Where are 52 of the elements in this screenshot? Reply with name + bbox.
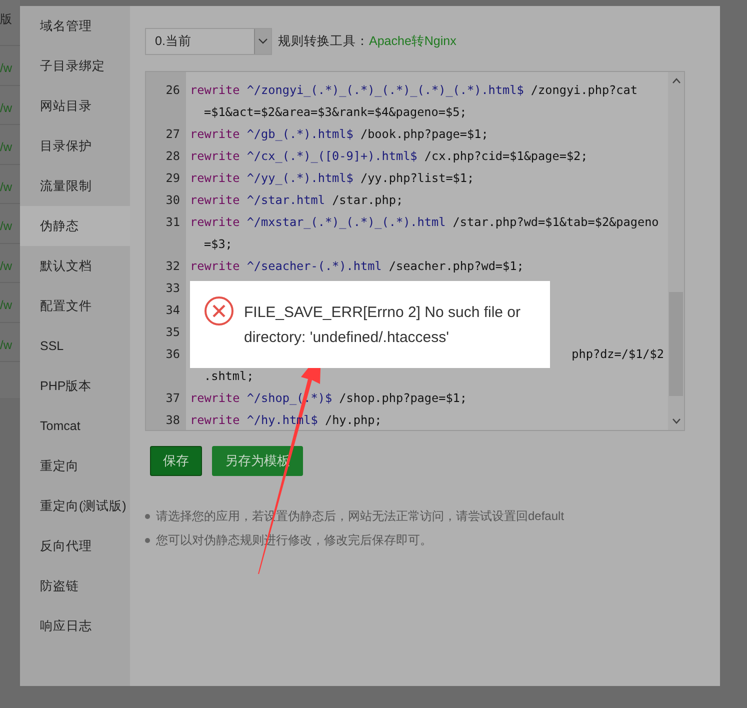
code-line: .shtml; [203, 369, 254, 383]
sidebar-item[interactable]: 配置文件 [20, 286, 130, 326]
sidebar-item[interactable]: 子目录绑定 [20, 46, 130, 86]
line-number: 32 [166, 259, 180, 273]
sidebar-item[interactable]: 反向代理 [20, 526, 130, 566]
sidebar-item[interactable]: 域名管理 [20, 6, 130, 46]
line-number: 36 [166, 347, 180, 361]
line-number: 37 [166, 391, 180, 405]
code-line: =$1&act=$2&area=$3&rank=$4&pageno=$5; [203, 105, 467, 119]
sidebar-item[interactable]: 响应日志 [20, 606, 130, 646]
line-number: 27 [166, 127, 180, 141]
sidebar-item[interactable]: 伪静态 [20, 206, 130, 246]
code-line: rewrite ^/yy_(.*).html$ /yy.php?list=$1; [190, 171, 474, 185]
line-number: 38 [166, 413, 180, 427]
sidebar-item[interactable]: SSL [20, 326, 130, 366]
scroll-up-icon[interactable] [672, 78, 680, 84]
error-icon [204, 296, 234, 326]
scrollbar-thumb[interactable] [669, 292, 683, 396]
sidebar-item[interactable]: 重定向(测试版) [20, 486, 130, 526]
scrollbar[interactable] [668, 72, 684, 430]
rule-select[interactable]: 0.当前 [145, 28, 272, 54]
sidebar-item[interactable]: PHP版本 [20, 366, 130, 406]
line-number: 34 [166, 303, 180, 317]
line-number: 30 [166, 193, 180, 207]
code-line: php?dz=/$1/$2 [572, 346, 664, 363]
code-line: rewrite ^/seacher-(.*).html /seacher.php?wd=$1; [190, 259, 524, 273]
converter-label: 规则转换工具： [278, 32, 369, 50]
code-line: rewrite ^/zongyi_(.*)_(.*)_(.*)_(.*)_(.*).html$ /zongyi.php?cat [190, 83, 638, 97]
scroll-down-icon[interactable] [672, 418, 680, 424]
code-line: rewrite ^/cx_(.*)_([0-9]+).html$ /cx.php?cid=$1&page=$2; [190, 149, 588, 163]
save-button[interactable]: 保存 [150, 446, 202, 476]
sidebar-item[interactable]: 默认文档 [20, 246, 130, 286]
sidebar-item[interactable]: 目录保护 [20, 126, 130, 166]
bullet-icon [145, 514, 150, 518]
line-number: 29 [166, 171, 180, 185]
line-number: 26 [166, 83, 180, 97]
sidebar-item[interactable]: 防盗链 [20, 566, 130, 606]
sidebar-item[interactable]: 网站目录 [20, 86, 130, 126]
line-number: 35 [166, 325, 180, 339]
code-line: =$3; [203, 237, 232, 251]
chevron-down-icon [258, 38, 268, 44]
code-line: rewrite ^/mxstar_(.*)_(.*)_(.*).html /star.php?wd=$1&tab=$2&pageno [190, 215, 659, 229]
bullet-icon [145, 538, 150, 542]
sidebar-item[interactable]: Tomcat [20, 406, 130, 446]
line-number: 31 [166, 215, 180, 229]
sidebar-item[interactable]: 流量限制 [20, 166, 130, 206]
line-number: 28 [166, 149, 180, 163]
error-message: FILE_SAVE_ERR[Errno 2] No such file or directory: 'undefined/.htaccess' [244, 302, 522, 348]
code-line: rewrite ^/gb_(.*).html$ /book.php?page=$1; [190, 127, 488, 141]
code-line: rewrite ^/star.html /star.php; [190, 193, 404, 207]
line-number: 33 [166, 281, 180, 295]
sidebar-item[interactable]: 重定向 [20, 446, 130, 486]
